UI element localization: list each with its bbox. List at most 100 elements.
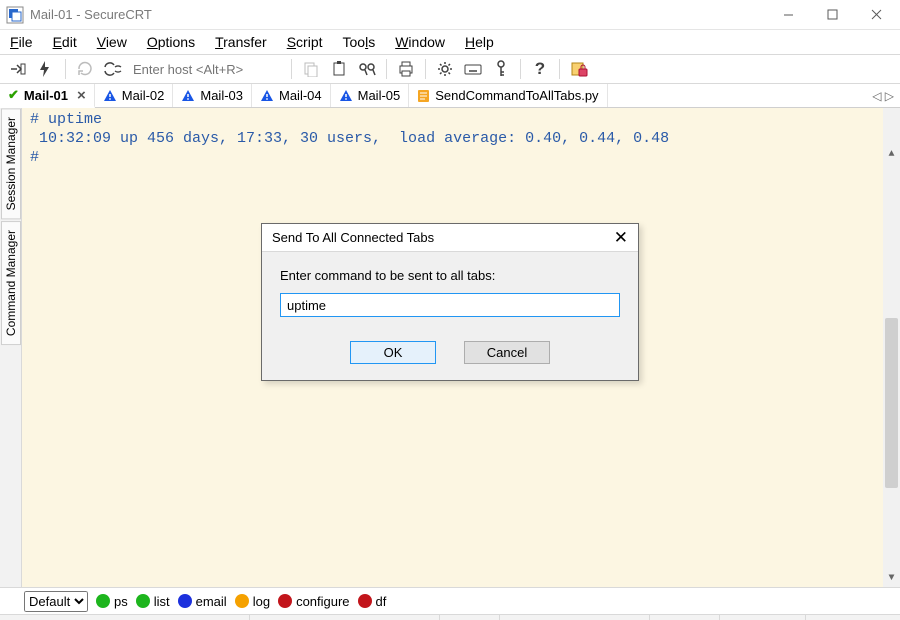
tab-label: Mail-05 xyxy=(358,88,401,103)
toolbar: ? xyxy=(0,54,900,84)
status-bar: Ready ssh2: AES-256-CTR 3, 3 24 Rows, 80… xyxy=(0,614,900,620)
key-icon[interactable] xyxy=(489,57,513,81)
dialog-titlebar: Send To All Connected Tabs ✕ xyxy=(262,224,638,252)
menu-options[interactable]: Options xyxy=(147,34,195,50)
toolbar-separator xyxy=(559,59,560,79)
cmd-email[interactable]: email xyxy=(178,594,227,609)
cmd-label: email xyxy=(196,594,227,609)
reconnect-all-icon[interactable] xyxy=(101,57,125,81)
tab-label: Mail-02 xyxy=(122,88,165,103)
host-input[interactable] xyxy=(129,59,284,79)
menu-script[interactable]: Script xyxy=(287,34,323,50)
lock-session-icon[interactable] xyxy=(567,57,591,81)
status-caps: CAP NUM xyxy=(806,615,900,620)
tab-mail-04[interactable]: Mail-04 xyxy=(252,84,331,107)
ok-button[interactable]: OK xyxy=(350,341,436,364)
status-term: Xterm xyxy=(650,615,720,620)
tab-label: SendCommandToAllTabs.py xyxy=(435,88,598,103)
toolbar-separator xyxy=(520,59,521,79)
titlebar: Mail-01 - SecureCRT xyxy=(0,0,900,30)
menu-transfer[interactable]: Transfer xyxy=(215,34,267,50)
alert-icon xyxy=(103,89,117,102)
terminal-line: 10:32:09 up 456 days, 17:33, 30 users, l… xyxy=(30,130,669,147)
status-size: 24 Rows, 80 Cols xyxy=(500,615,650,620)
close-tab-icon[interactable]: × xyxy=(77,87,86,104)
command-scheme-select[interactable]: Default xyxy=(24,591,88,612)
tab-mail-05[interactable]: Mail-05 xyxy=(331,84,410,107)
terminal-line: # xyxy=(30,149,39,166)
alert-icon xyxy=(181,89,195,102)
scroll-thumb[interactable] xyxy=(885,318,898,488)
settings-icon[interactable] xyxy=(433,57,457,81)
cmd-label: df xyxy=(376,594,387,609)
copy-icon[interactable] xyxy=(299,57,323,81)
tab-mail-03[interactable]: Mail-03 xyxy=(173,84,252,107)
document-icon xyxy=(417,89,430,103)
menu-view[interactable]: View xyxy=(97,34,127,50)
menu-help[interactable]: Help xyxy=(465,34,494,50)
menubar: File Edit View Options Transfer Script T… xyxy=(0,30,900,54)
cmd-log[interactable]: log xyxy=(235,594,270,609)
alert-icon xyxy=(260,89,274,102)
menu-tools[interactable]: Tools xyxy=(343,34,376,50)
tab-mail-02[interactable]: Mail-02 xyxy=(95,84,174,107)
paste-icon[interactable] xyxy=(327,57,351,81)
cmd-label: ps xyxy=(114,594,128,609)
dot-icon xyxy=(96,594,110,608)
toolbar-separator xyxy=(291,59,292,79)
sidetab-session-manager[interactable]: Session Manager xyxy=(1,108,21,219)
status-ready: Ready xyxy=(0,615,250,620)
status-time: 10:33 AM xyxy=(720,615,806,620)
cmd-list[interactable]: list xyxy=(136,594,170,609)
cmd-label: list xyxy=(154,594,170,609)
tab-mail-01[interactable]: ✔ Mail-01 × xyxy=(0,84,95,108)
cmd-label: log xyxy=(253,594,270,609)
close-window-button[interactable] xyxy=(854,1,898,29)
side-panel: Session Manager Command Manager xyxy=(0,108,22,587)
dot-icon xyxy=(136,594,150,608)
alert-icon xyxy=(339,89,353,102)
quick-connect-icon[interactable] xyxy=(34,57,58,81)
toolbar-separator xyxy=(425,59,426,79)
dot-icon xyxy=(235,594,249,608)
status-cursor-pos: 3, 3 xyxy=(440,615,500,620)
toolbar-separator xyxy=(65,59,66,79)
menu-edit[interactable]: Edit xyxy=(53,34,77,50)
tab-scroll-controls[interactable]: ◁ ▷ xyxy=(872,84,894,108)
tab-script-file[interactable]: SendCommandToAllTabs.py xyxy=(409,84,607,107)
menu-file[interactable]: File xyxy=(10,34,33,50)
tab-label: Mail-01 xyxy=(24,88,68,103)
check-icon: ✔ xyxy=(8,87,19,103)
dialog-close-icon[interactable]: ✕ xyxy=(614,228,628,248)
window-title: Mail-01 - SecureCRT xyxy=(30,7,766,22)
scroll-up-icon[interactable]: ▲ xyxy=(883,146,900,163)
cmd-ps[interactable]: ps xyxy=(96,594,128,609)
terminal-scrollbar[interactable]: ▲ ▼ xyxy=(883,108,900,587)
print-icon[interactable] xyxy=(394,57,418,81)
maximize-button[interactable] xyxy=(810,1,854,29)
command-button-bar: Default ps list email log configure df xyxy=(0,587,900,614)
dialog-prompt: Enter command to be sent to all tabs: xyxy=(280,268,620,283)
terminal-line: # uptime xyxy=(30,111,102,128)
cancel-button[interactable]: Cancel xyxy=(464,341,550,364)
cmd-label: configure xyxy=(296,594,349,609)
menu-window[interactable]: Window xyxy=(395,34,445,50)
dot-icon xyxy=(278,594,292,608)
toolbar-separator xyxy=(386,59,387,79)
connect-icon[interactable] xyxy=(6,57,30,81)
minimize-button[interactable] xyxy=(766,1,810,29)
command-input[interactable] xyxy=(280,293,620,317)
cmd-configure[interactable]: configure xyxy=(278,594,349,609)
sidetab-command-manager[interactable]: Command Manager xyxy=(1,221,21,345)
keyboard-icon[interactable] xyxy=(461,57,485,81)
help-icon[interactable]: ? xyxy=(528,57,552,81)
tab-bar: ✔ Mail-01 × Mail-02 Mail-03 Mail-04 Mail… xyxy=(0,84,900,108)
cmd-df[interactable]: df xyxy=(358,594,387,609)
find-icon[interactable] xyxy=(355,57,379,81)
dot-icon xyxy=(358,594,372,608)
status-connection: ssh2: AES-256-CTR xyxy=(250,615,440,620)
scroll-down-icon[interactable]: ▼ xyxy=(883,570,900,587)
dialog-title: Send To All Connected Tabs xyxy=(272,230,434,245)
reconnect-icon[interactable] xyxy=(73,57,97,81)
app-icon xyxy=(6,6,24,24)
